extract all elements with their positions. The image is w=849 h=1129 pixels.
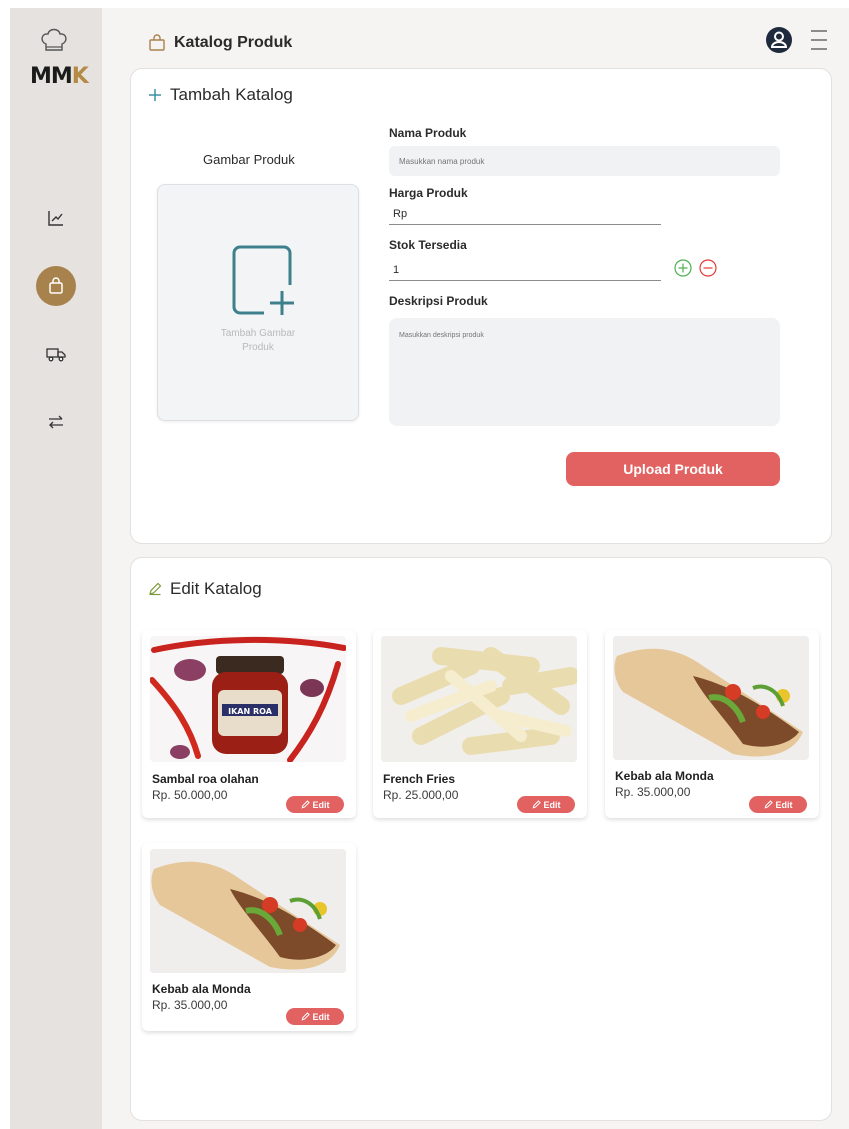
product-image-kebab [613,636,809,760]
product-image-sambal: IKAN ROA [150,636,346,762]
svg-text:IKAN ROA: IKAN ROA [228,707,273,716]
page-title: Katalog Produk [148,34,292,52]
edit-product-button[interactable]: Edit [286,796,344,813]
sidebar-item-delivery[interactable] [10,334,102,374]
product-image-kebab [150,849,346,973]
product-image-fries [381,636,577,762]
chef-hat-icon [41,28,67,51]
sidebar-item-transactions[interactable] [10,402,102,442]
sidebar-item-reports[interactable] [10,198,102,238]
pencil-icon [149,582,162,596]
bag-icon [49,277,63,294]
edit-product-button[interactable]: Edit [749,796,807,813]
pencil-icon [764,800,773,809]
decrease-stock-button[interactable] [699,259,717,277]
product-price: Rp. 35.000,00 [152,998,228,1012]
product-price: Rp. 35.000,00 [615,785,691,799]
hamburger-menu-icon[interactable] [809,28,829,52]
product-name-input[interactable] [389,146,780,176]
bag-icon [149,34,165,51]
product-card: Kebab ala Monda Rp. 35.000,00 Edit [605,630,819,818]
user-avatar-icon[interactable] [765,26,793,54]
stock-input[interactable] [389,259,661,281]
truck-icon [46,348,66,362]
increase-stock-button[interactable] [674,259,692,277]
product-card: IKAN ROA Sambal roa olahan Rp. 50.000,00… [142,630,356,818]
edit-product-button[interactable]: Edit [517,796,575,813]
brand-logo: MMK [26,28,89,92]
product-price-input[interactable] [389,203,661,225]
product-name: Kebab ala Monda [615,769,714,783]
product-name: Kebab ala Monda [152,982,251,996]
product-price: Rp. 25.000,00 [383,788,459,802]
product-card: French Fries Rp. 25.000,00 Edit [373,630,587,818]
description-textarea[interactable] [389,318,780,426]
sidebar: MMK [10,8,102,1129]
stock-label: Stok Tersedia [389,238,467,252]
product-price: Rp. 50.000,00 [152,788,228,802]
image-upload-hint: Tambah Gambar Produk [220,328,296,353]
name-label: Nama Produk [389,126,467,140]
edit-catalog-title: Edit Katalog [148,579,262,599]
pencil-icon [532,800,541,809]
active-indicator [36,266,76,306]
chart-icon [48,211,63,226]
image-upload-dropzone[interactable]: Tambah Gambar Produk [157,184,359,421]
add-image-icon [232,245,294,315]
add-catalog-title: Tambah Katalog [148,85,293,105]
description-label: Deskripsi Produk [389,294,488,308]
price-label: Harga Produk [389,186,468,200]
header-actions [765,26,829,54]
product-name: Sambal roa olahan [152,772,259,786]
pencil-icon [301,800,310,809]
product-card: Kebab ala Monda Rp. 35.000,00 Edit [142,843,356,1031]
edit-product-button[interactable]: Edit [286,1008,344,1025]
sidebar-item-catalog[interactable] [10,266,102,306]
transfer-icon [49,415,63,429]
image-label: Gambar Produk [203,152,295,167]
page-title-text: Katalog Produk [174,34,293,51]
upload-product-button[interactable]: Upload Produk [566,452,780,486]
product-name: French Fries [383,772,456,786]
brand-wordmark: MMK [30,64,89,89]
plus-icon [149,89,161,101]
pencil-icon [301,1012,310,1021]
